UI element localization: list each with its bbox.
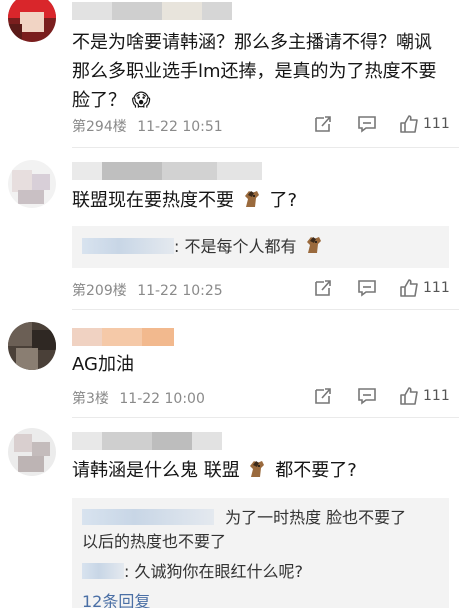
share-icon[interactable] bbox=[313, 114, 333, 134]
thumbs-up-icon bbox=[400, 115, 418, 133]
like-count: 111 bbox=[423, 280, 450, 296]
avatar[interactable] bbox=[8, 0, 56, 42]
comment-meta: 第3楼 11-22 10:00 bbox=[72, 388, 205, 408]
comment-meta: 第209楼 11-22 10:25 bbox=[72, 280, 223, 300]
avatar[interactable] bbox=[8, 428, 56, 476]
comment-time: 11-22 10:00 bbox=[119, 391, 205, 407]
thumbs-up-icon bbox=[400, 387, 418, 405]
share-icon[interactable] bbox=[313, 278, 333, 298]
like-count: 111 bbox=[423, 388, 450, 404]
comment-icon[interactable] bbox=[357, 114, 377, 134]
avatar[interactable] bbox=[8, 160, 56, 208]
reply-line: 为了一时热度 脸也不要了 bbox=[82, 506, 406, 530]
comment-text: AG加油 bbox=[72, 354, 134, 375]
share-icon[interactable] bbox=[313, 386, 333, 406]
comment-actions: 111 bbox=[313, 114, 450, 134]
horse-emoji-icon bbox=[244, 191, 259, 207]
reply-username-blurred[interactable] bbox=[82, 238, 174, 254]
reply-box[interactable]: : 不是每个人都有 bbox=[72, 226, 449, 268]
horse-emoji-icon bbox=[250, 461, 265, 477]
username-blurred[interactable] bbox=[72, 328, 174, 346]
username-blurred[interactable] bbox=[72, 2, 232, 20]
comment-meta: 第294楼 11-22 10:51 bbox=[72, 116, 223, 136]
username-blurred[interactable] bbox=[72, 432, 222, 450]
comment-icon[interactable] bbox=[357, 386, 377, 406]
reply-username-blurred[interactable] bbox=[82, 563, 124, 579]
like-button[interactable]: 111 bbox=[399, 386, 450, 406]
floor-number: 第294楼 bbox=[72, 119, 127, 135]
comment-item: 不是为啥要请韩涵？那么多主播请不得？嘲讽那么多职业选手lm还捧，是真的为了热度不… bbox=[0, 0, 459, 146]
username-blurred[interactable] bbox=[72, 162, 262, 180]
comment-item: AG加油 第3楼 11-22 10:00 111 bbox=[0, 310, 459, 416]
thumbs-up-icon bbox=[400, 279, 418, 297]
like-count: 111 bbox=[423, 116, 450, 132]
reply-box[interactable]: 为了一时热度 脸也不要了 以后的热度也不要了 : 久诚狗你在眼红什么呢? 12条… bbox=[72, 498, 449, 608]
comment-time: 11-22 10:25 bbox=[137, 283, 223, 299]
comment-actions: 111 bbox=[313, 386, 450, 406]
comment-text: 联盟现在要热度不要 了? bbox=[72, 190, 298, 211]
comment-icon[interactable] bbox=[357, 278, 377, 298]
comment-actions: 111 bbox=[313, 278, 450, 298]
floor-number: 第3楼 bbox=[72, 391, 109, 407]
comment-item: 请韩涵是什么鬼 联盟 都不要了? 为了一时热度 脸也不要了 以后的热度也不要了 … bbox=[0, 418, 459, 608]
like-button[interactable]: 111 bbox=[399, 278, 450, 298]
like-button[interactable]: 111 bbox=[399, 114, 450, 134]
reply-line: : 不是每个人都有 bbox=[82, 235, 326, 259]
scream-emoji-icon: 😱 bbox=[131, 90, 151, 111]
reply-username-blurred[interactable] bbox=[82, 509, 214, 525]
floor-number: 第209楼 bbox=[72, 283, 127, 299]
avatar[interactable] bbox=[8, 322, 56, 370]
reply-line: 以后的热度也不要了 bbox=[82, 532, 227, 551]
reply-line: : 久诚狗你在眼红什么呢? bbox=[82, 560, 303, 584]
comment-text: 请韩涵是什么鬼 联盟 都不要了? bbox=[72, 460, 357, 481]
comment-item: 联盟现在要热度不要 了? : 不是每个人都有 第209楼 11-22 10:25… bbox=[0, 148, 459, 310]
comment-text: 不是为啥要请韩涵？那么多主播请不得？嘲讽那么多职业选手lm还捧，是真的为了热度不… bbox=[72, 32, 437, 111]
horse-emoji-icon bbox=[306, 237, 321, 253]
comment-time: 11-22 10:51 bbox=[137, 119, 223, 135]
more-replies-link[interactable]: 12条回复 bbox=[82, 590, 150, 608]
